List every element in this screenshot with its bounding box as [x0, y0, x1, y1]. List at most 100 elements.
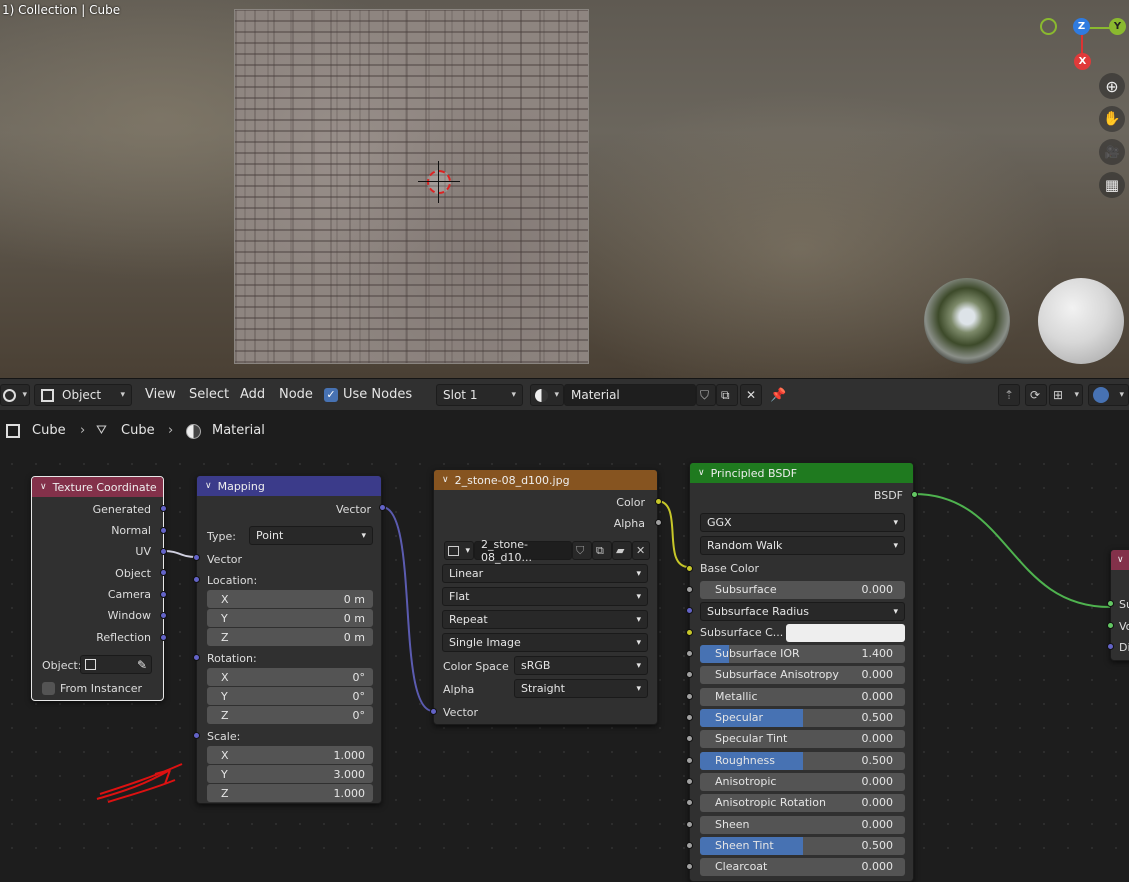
subsurface-anisotropy-slider[interactable]: Subsurface Anisotropy 0.000	[700, 666, 905, 685]
menu-add[interactable]: Add	[240, 387, 265, 402]
snap-target-dropdown[interactable]: ⊞ ▾	[1049, 384, 1083, 406]
subsurface-radius-dropdown[interactable]: Subsurface Radius ▾	[700, 602, 905, 622]
use-nodes-toggle[interactable]: ✓ Use Nodes	[324, 387, 412, 402]
roughness-slider[interactable]: Roughness 0.500	[700, 751, 905, 770]
diffuse-preview-ball[interactable]	[1038, 278, 1124, 364]
distribution-dropdown[interactable]: GGX ▾	[700, 513, 905, 532]
type-dropdown[interactable]: Point ▾	[249, 526, 373, 545]
socket-clearcoat[interactable]	[686, 863, 693, 871]
socket-camera[interactable]	[160, 591, 167, 598]
node-editor-canvas[interactable]: ∨ Texture Coordinate Generated Normal UV …	[0, 452, 1129, 882]
editor-type-button[interactable]: ▾	[0, 384, 30, 406]
mapping-header[interactable]: ∨ Mapping	[197, 476, 381, 496]
location-x-field[interactable]: X 0 m	[207, 590, 373, 608]
stone-textured-plane[interactable]	[234, 9, 589, 364]
clearcoat-slider[interactable]: Clearcoat 0.000	[700, 858, 905, 877]
grid-perspective-icon[interactable]: ▦	[1099, 172, 1125, 198]
fake-user-shield-icon[interactable]: ⛉	[572, 541, 592, 560]
socket-subsurface-anisotropy[interactable]	[686, 671, 693, 679]
socket-input-vector[interactable]	[193, 554, 200, 561]
zoom-icon[interactable]: ⊕	[1099, 73, 1125, 99]
parent-node-tree-icon[interactable]: ⇡	[998, 384, 1020, 406]
socket-bsdf[interactable]	[911, 491, 918, 498]
unlink-material-icon[interactable]: ✕	[740, 384, 762, 406]
checkbox-checked-icon[interactable]: ✓	[324, 387, 338, 402]
metallic-slider[interactable]: Metallic 0.000	[700, 687, 905, 706]
location-y-field[interactable]: Y 0 m	[207, 609, 373, 627]
menu-view[interactable]: View	[145, 387, 176, 402]
scale-y-field[interactable]: Y 3.000	[207, 765, 373, 783]
gizmo-x-icon[interactable]: X	[1074, 53, 1091, 70]
socket-scale[interactable]	[193, 732, 200, 739]
bsdf-header[interactable]: ∨ Principled BSDF	[690, 463, 913, 483]
pin-icon[interactable]: 📌	[770, 388, 786, 403]
subsurface-color-swatch[interactable]	[786, 623, 905, 642]
object-picker[interactable]: ✎	[80, 655, 152, 674]
fake-user-shield-icon[interactable]: ⛉	[696, 384, 716, 406]
rotation-y-field[interactable]: Y 0°	[207, 687, 373, 705]
mode-dropdown[interactable]: Object ▾	[34, 384, 132, 406]
checkbox-icon[interactable]	[42, 682, 55, 695]
interpolation-dropdown[interactable]: Linear ▾	[442, 564, 648, 583]
sheen-tint-slider[interactable]: Sheen Tint 0.500	[700, 836, 905, 855]
material-name-field[interactable]: Material	[564, 384, 696, 406]
socket-surface[interactable]	[1107, 600, 1114, 607]
gizmo-z-icon[interactable]: Z	[1073, 18, 1090, 35]
location-z-field[interactable]: Z 0 m	[207, 628, 373, 646]
specular-tint-slider[interactable]: Specular Tint 0.000	[700, 730, 905, 749]
socket-normal[interactable]	[160, 527, 167, 534]
socket-specular-tint[interactable]	[686, 735, 693, 743]
socket-base-color[interactable]	[686, 565, 693, 572]
socket-subsurface-ior[interactable]	[686, 650, 693, 658]
subsurface-slider[interactable]: Subsurface 0.000	[700, 581, 905, 599]
socket-displacement[interactable]	[1107, 643, 1114, 650]
principled-bsdf-node[interactable]: ∨ Principled BSDF BSDF GGX ▾ Random Walk ▾ …	[686, 462, 918, 882]
socket-window[interactable]	[160, 612, 167, 619]
socket-output-vector[interactable]	[379, 504, 386, 511]
open-folder-icon[interactable]: ▰	[612, 541, 632, 560]
snap-toggle-icon[interactable]: ⟳	[1025, 384, 1047, 406]
navigation-gizmo[interactable]: Z Y X	[1035, 15, 1129, 75]
scale-z-field[interactable]: Z 1.000	[207, 784, 373, 802]
3d-viewport[interactable]: 1) Collection | Cube Z Y X ⊕ ✋ 🎥 ▦	[0, 0, 1129, 378]
material-browse-button[interactable]: ▾	[530, 384, 564, 406]
socket-reflection[interactable]	[160, 634, 167, 641]
projection-dropdown[interactable]: Flat ▾	[442, 587, 648, 606]
colorspace-dropdown[interactable]: sRGB ▾	[514, 656, 648, 675]
hand-pan-icon[interactable]: ✋	[1099, 106, 1125, 132]
socket-volume[interactable]	[1107, 622, 1114, 629]
subsurface-method-dropdown[interactable]: Random Walk ▾	[700, 536, 905, 555]
socket-input-vector[interactable]	[430, 708, 437, 715]
from-instancer-checkbox[interactable]: From Instancer	[42, 682, 142, 695]
sheen-slider[interactable]: Sheen 0.000	[700, 815, 905, 834]
socket-metallic[interactable]	[686, 692, 693, 700]
socket-subsurface-color[interactable]	[686, 628, 693, 636]
rotation-x-field[interactable]: X 0°	[207, 668, 373, 686]
socket-uv[interactable]	[160, 548, 167, 555]
texture-coordinate-node[interactable]: ∨ Texture Coordinate Generated Normal UV …	[31, 476, 167, 701]
image-texture-node[interactable]: ∨ 2_stone-08_d100.jpg Color Alpha ▾ 2_sto…	[430, 469, 662, 725]
slot-dropdown[interactable]: Slot 1 ▾	[436, 384, 523, 406]
socket-rotation[interactable]	[193, 654, 200, 661]
scale-x-field[interactable]: X 1.000	[207, 746, 373, 764]
gizmo-y-icon[interactable]: Y	[1109, 18, 1126, 35]
alpha-mode-dropdown[interactable]: Straight ▾	[514, 679, 648, 698]
material-output-header[interactable]: ∨	[1111, 550, 1129, 570]
overlays-dropdown[interactable]: ▾	[1088, 384, 1129, 406]
image-header[interactable]: ∨ 2_stone-08_d100.jpg	[434, 470, 657, 490]
socket-sheen[interactable]	[686, 820, 693, 828]
image-browse-button[interactable]: ▾	[444, 541, 474, 560]
subsurface-ior-slider[interactable]: Subsurface IOR 1.400	[700, 645, 905, 664]
socket-anisotropic-rotation[interactable]	[686, 799, 693, 807]
specular-slider[interactable]: Specular 0.500	[700, 709, 905, 727]
duplicate-material-icon[interactable]: ⧉	[716, 384, 738, 406]
socket-sheen-tint[interactable]	[686, 841, 693, 849]
socket-anisotropic[interactable]	[686, 777, 693, 785]
anisotropic-rotation-slider[interactable]: Anisotropic Rotation 0.000	[700, 794, 905, 813]
socket-subsurface-radius[interactable]	[686, 607, 693, 615]
mapping-node[interactable]: ∨ Mapping Vector Type: Point ▾ Vector Loca…	[193, 475, 386, 804]
camera-icon[interactable]: 🎥	[1099, 139, 1125, 165]
unlink-image-icon[interactable]: ✕	[632, 541, 650, 560]
extension-dropdown[interactable]: Repeat ▾	[442, 610, 648, 629]
menu-select[interactable]: Select	[189, 387, 229, 402]
